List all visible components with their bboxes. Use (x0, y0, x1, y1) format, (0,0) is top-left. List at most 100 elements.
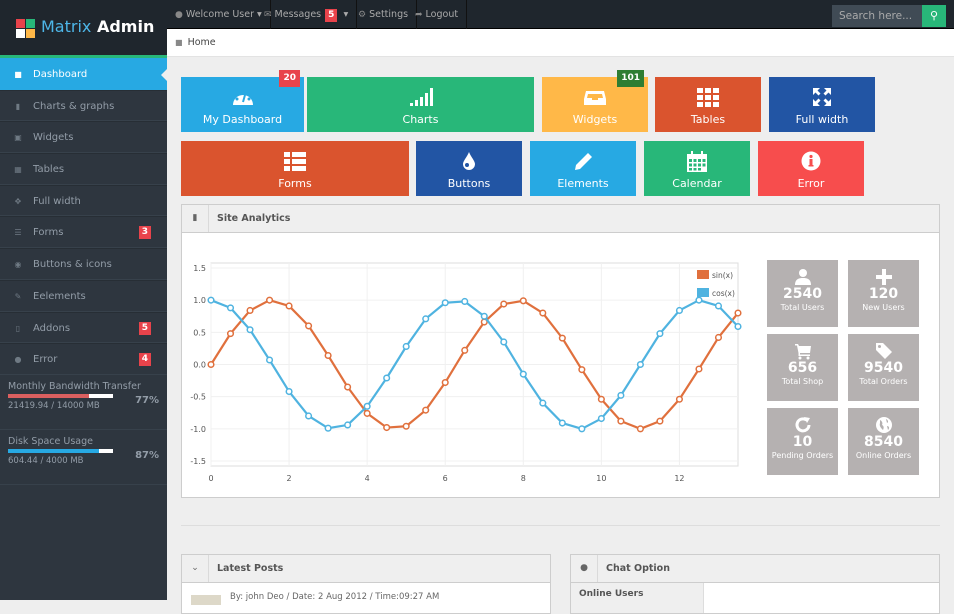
data-point (617, 417, 625, 425)
inbox-icon (542, 87, 648, 111)
quick-tile-full-width[interactable]: Full width (769, 77, 875, 132)
data-point (734, 322, 742, 331)
quick-tile-tables[interactable]: Tables (655, 77, 761, 132)
data-point (402, 422, 410, 430)
quick-tile-widgets[interactable]: Widgets 101 (542, 70, 648, 132)
data-point (324, 424, 332, 432)
data-point (441, 378, 449, 387)
shopping-cart-icon (767, 342, 838, 360)
legend-label: sin(x) (712, 271, 733, 280)
sidebar-item-buttons[interactable]: ◉ Buttons & icons (0, 248, 167, 280)
data-point (266, 296, 274, 304)
quick-tile-forms[interactable]: Forms (181, 141, 409, 196)
data-point (246, 326, 254, 334)
sidebar-item-error[interactable]: ● Error 4 (0, 343, 167, 375)
sidebar-item-forms[interactable]: ☰ Forms 3 (0, 216, 167, 249)
data-point (383, 374, 391, 382)
search-input[interactable]: Search here... (832, 5, 922, 27)
data-point (500, 300, 508, 308)
y-tick-label: 1.5 (193, 264, 206, 273)
info-icon: ● (14, 355, 22, 365)
signal-icon: ▮ (182, 205, 209, 232)
y-tick-label: 0.5 (193, 328, 206, 337)
envelope-icon: ✉ (264, 10, 272, 20)
legend-label: cos(x) (712, 289, 735, 298)
data-point (207, 296, 215, 304)
messages-menu[interactable]: ✉ Messages 5 ▾ (256, 0, 358, 29)
quick-tile-calendar[interactable]: Calendar (644, 141, 750, 196)
data-point (636, 360, 644, 369)
data-point (539, 399, 547, 407)
data-point (305, 412, 313, 420)
data-point (305, 322, 313, 330)
breadcrumb: ■ Home (167, 29, 954, 57)
user-icon (767, 268, 838, 286)
list-icon: ☰ (14, 228, 22, 238)
data-point (207, 360, 215, 369)
quick-tile-buttons[interactable]: Buttons (416, 141, 522, 196)
logout-link[interactable]: ➦ Logout (407, 0, 468, 29)
data-point (656, 417, 664, 425)
data-point (558, 334, 566, 342)
sidebar-item-full-width[interactable]: ✥ Full width (0, 184, 167, 217)
quick-tile-elements[interactable]: Elements (530, 141, 636, 196)
stat-box-new-users[interactable]: 120 New Users (848, 260, 919, 327)
stat-box-total-users[interactable]: 2540 Total Users (767, 260, 838, 327)
post-thumbnail (191, 595, 221, 605)
x-tick-label: 10 (596, 474, 606, 483)
data-point (285, 302, 293, 310)
data-point (226, 304, 235, 312)
x-tick-label: 6 (443, 474, 448, 483)
error-badge: 4 (138, 353, 151, 367)
data-point (500, 338, 508, 346)
sidebar-item-charts[interactable]: ▮ Charts & graphs (0, 89, 167, 122)
data-point (461, 346, 469, 354)
stat-box-total-orders[interactable]: 9540 Total Orders (848, 334, 919, 401)
home-icon: ■ (14, 70, 22, 79)
data-point (675, 306, 683, 315)
sidebar-item-widgets[interactable]: ▣ Widgets (0, 121, 167, 154)
messages-badge: 5 (325, 9, 338, 22)
quick-tile-error[interactable]: Error (758, 141, 864, 196)
pencil-icon: ✎ (14, 291, 22, 301)
quick-tile-my-dashboard[interactable]: My Dashboard 20 (181, 70, 304, 132)
data-point (656, 330, 664, 338)
user-icon: ● (175, 10, 183, 20)
plus-icon (848, 268, 919, 286)
sidebar-item-dashboard[interactable]: ■ Dashboard (0, 58, 167, 90)
quick-tile-charts[interactable]: Charts (307, 77, 534, 132)
data-point (285, 387, 293, 396)
divider (181, 525, 940, 526)
caret-down-icon: ▾ (343, 9, 349, 20)
chevron-down-icon[interactable]: ⌄ (182, 555, 209, 582)
data-point (597, 395, 605, 403)
sidebar-item-elements[interactable]: ✎ Eelements (0, 279, 167, 312)
data-point (675, 395, 683, 403)
tint-icon (416, 151, 522, 175)
sidebar-item-tables[interactable]: ▦ Tables (0, 153, 167, 185)
y-tick-label: 1.0 (193, 296, 206, 305)
forms-badge: 3 (138, 226, 151, 240)
repeat-icon (767, 416, 838, 434)
stat-box-pending-orders[interactable]: 10 Pending Orders (767, 408, 838, 475)
y-tick-label: -0.5 (190, 393, 206, 402)
inbox-icon: ▣ (14, 133, 22, 143)
data-point (402, 342, 410, 351)
data-point (578, 366, 586, 374)
stat-box-online-orders[interactable]: 8540 Online Orders (848, 408, 919, 475)
data-point (519, 370, 527, 378)
comment-icon: ● (571, 555, 598, 582)
search-button[interactable]: ⚲ (922, 5, 946, 27)
sidebar-item-addons[interactable]: ▯ Addons 5 (0, 311, 167, 344)
info-sign-icon (758, 151, 864, 175)
data-point (597, 414, 605, 423)
app-title[interactable]: Matrix Admin (41, 17, 154, 36)
fullscreen-icon: ✥ (14, 196, 22, 206)
th-icon (655, 87, 761, 111)
stat-box-total-shop[interactable]: 656 Total Shop (767, 334, 838, 401)
breadcrumb-home[interactable]: Home (188, 37, 216, 48)
x-tick-label: 4 (365, 474, 370, 483)
logo-icon (16, 19, 35, 38)
data-point (695, 296, 703, 304)
th-list-icon (181, 151, 409, 175)
